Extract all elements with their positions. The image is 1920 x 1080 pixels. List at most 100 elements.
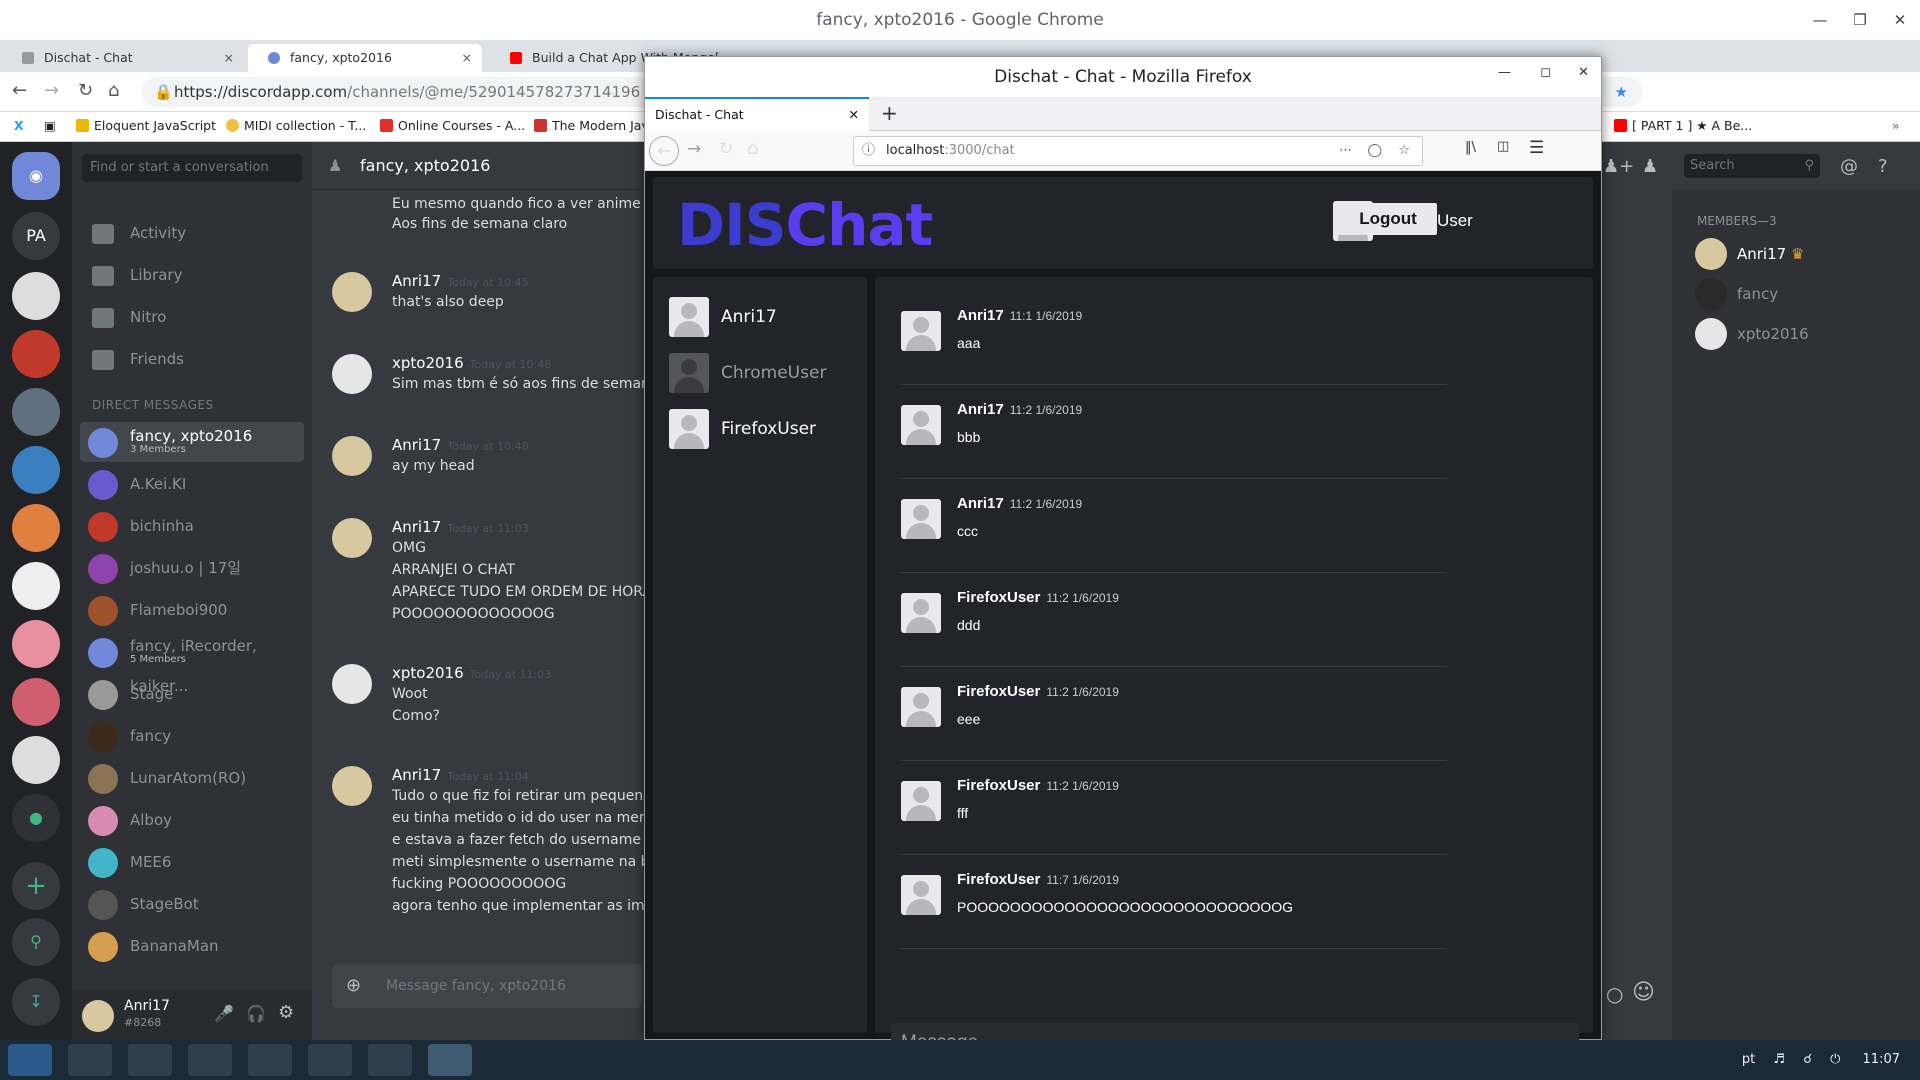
- dm-item[interactable]: Stage: [80, 674, 304, 714]
- dm-item[interactable]: joshuu.o | 17일: [80, 548, 304, 588]
- dm-item[interactable]: fancy: [80, 716, 304, 756]
- firefox-address-bar[interactable]: ⓘ localhost:3000/chat ⋯ ◯ ☆: [853, 136, 1423, 166]
- avatar[interactable]: [332, 766, 372, 806]
- close-icon[interactable]: ✕: [1578, 65, 1589, 80]
- user-list-item[interactable]: FirefoxUser: [669, 409, 816, 449]
- sidebar-icon[interactable]: ◫: [1497, 139, 1509, 154]
- mongodb-taskbar-icon[interactable]: [368, 1044, 412, 1076]
- start-menu-icon[interactable]: [8, 1044, 52, 1076]
- nav-nitro[interactable]: Nitro: [82, 308, 166, 328]
- home-icon[interactable]: ⌂: [747, 138, 758, 159]
- download-icon[interactable]: ↧: [12, 978, 60, 1026]
- dm-item[interactable]: Flameboi900: [80, 590, 304, 630]
- firefox-taskbar-icon[interactable]: [428, 1044, 472, 1076]
- mention-at-icon[interactable]: @: [1840, 156, 1858, 177]
- bookmark-icon[interactable]: ▣: [44, 118, 56, 133]
- vscode-taskbar-icon[interactable]: [188, 1044, 232, 1076]
- minimize-icon[interactable]: —: [1498, 65, 1511, 80]
- bookmark-modern-js[interactable]: The Modern Jav: [534, 118, 644, 133]
- bookmark-part1[interactable]: [ PART 1 ] ★ A Be...: [1614, 118, 1752, 133]
- message-author[interactable]: Anri17: [392, 272, 441, 290]
- dm-item[interactable]: Alboy: [80, 800, 304, 840]
- dm-item[interactable]: BananaMan: [80, 926, 304, 966]
- message-author[interactable]: xpto2016: [392, 354, 464, 372]
- files-taskbar-icon[interactable]: [308, 1044, 352, 1076]
- discord-home-icon[interactable]: ◉: [12, 152, 60, 200]
- network-icon[interactable]: ☌: [1803, 1052, 1812, 1067]
- language-indicator[interactable]: pt: [1742, 1052, 1755, 1067]
- power-icon[interactable]: ⏻: [1830, 1052, 1840, 1067]
- bookmark-star-icon[interactable]: ★: [1615, 77, 1628, 107]
- avatar[interactable]: [332, 272, 372, 312]
- twitter-bookmark-icon[interactable]: X: [14, 118, 24, 133]
- home-icon[interactable]: ⌂: [108, 80, 119, 101]
- nav-activity[interactable]: Activity: [82, 224, 186, 244]
- emoji-icon[interactable]: ☺: [1632, 980, 1655, 1005]
- avatar[interactable]: [332, 664, 372, 704]
- member-item[interactable]: Anri17 ♛: [1695, 238, 1804, 270]
- minimize-icon[interactable]: —: [1800, 0, 1840, 40]
- dm-item[interactable]: LunarAtom(RO): [80, 758, 304, 798]
- page-actions-icon[interactable]: ⋯: [1339, 137, 1352, 165]
- nav-friends[interactable]: Friends: [82, 350, 184, 370]
- terminal-taskbar-icon[interactable]: [248, 1044, 292, 1076]
- close-icon[interactable]: ✕: [1880, 0, 1920, 40]
- back-arrow-icon[interactable]: ←: [649, 136, 679, 166]
- pocket-icon[interactable]: ◯: [1367, 137, 1382, 165]
- nav-library[interactable]: Library: [82, 266, 182, 286]
- add-server-icon[interactable]: +: [12, 862, 60, 910]
- chrome-tab-discord[interactable]: fancy, xpto2016 ×: [248, 44, 482, 72]
- back-arrow-icon[interactable]: ←: [12, 80, 27, 101]
- discord-message-input[interactable]: ⊕ Message fancy, xpto2016: [332, 964, 642, 1008]
- bookmark-star-icon[interactable]: ☆: [1398, 137, 1410, 165]
- avatar[interactable]: [332, 354, 372, 394]
- bookmark-eloquent-js[interactable]: Eloquent JavaScript: [76, 118, 216, 133]
- dm-item[interactable]: A.Kei.KI: [80, 464, 304, 504]
- library-icon[interactable]: ‖\: [1465, 140, 1476, 155]
- avatar[interactable]: [332, 518, 372, 558]
- dm-item[interactable]: bichinha: [80, 506, 304, 546]
- add-friend-icon[interactable]: ♟+: [1603, 156, 1634, 177]
- message-author[interactable]: Anri17: [392, 518, 441, 536]
- guild-icon[interactable]: [12, 388, 60, 436]
- maximize-icon[interactable]: ❐: [1840, 0, 1880, 40]
- headphones-icon[interactable]: 🎧: [246, 1004, 266, 1023]
- settings-gear-icon[interactable]: ⚙: [278, 1002, 294, 1023]
- menu-hamburger-icon[interactable]: ☰: [1529, 138, 1544, 158]
- discord-search-input[interactable]: Search ⚲: [1684, 154, 1820, 178]
- tab-close-icon[interactable]: ×: [224, 44, 234, 72]
- logout-button[interactable]: Logout: [1339, 203, 1437, 235]
- message-author[interactable]: Anri17: [392, 766, 441, 784]
- reload-icon[interactable]: ↻: [719, 139, 733, 159]
- tab-close-icon[interactable]: ×: [462, 44, 472, 72]
- firefox-tab-dischat[interactable]: Dischat - Chat ✕: [645, 97, 869, 131]
- dm-item[interactable]: StageBot: [80, 884, 304, 924]
- maximize-icon[interactable]: ◻: [1540, 65, 1551, 80]
- dm-item[interactable]: MEE6: [80, 842, 304, 882]
- guild-icon[interactable]: [12, 272, 60, 320]
- guild-icon[interactable]: [12, 620, 60, 668]
- new-tab-plus-icon[interactable]: +: [881, 101, 898, 125]
- guild-icon[interactable]: [12, 736, 60, 784]
- members-list-icon[interactable]: ♟: [1642, 156, 1658, 177]
- dm-item[interactable]: fancy, xpto2016 3 Members: [80, 422, 304, 462]
- gift-icon[interactable]: ○: [1606, 982, 1623, 1006]
- member-item[interactable]: fancy: [1695, 278, 1778, 310]
- bookmark-online-courses[interactable]: Online Courses - A...: [380, 118, 525, 133]
- guild-icon[interactable]: [12, 446, 60, 494]
- guild-pa[interactable]: PA: [12, 212, 60, 260]
- more-bookmarks-icon[interactable]: »: [1892, 118, 1900, 133]
- mute-microphone-icon[interactable]: 🎤: [214, 1004, 234, 1023]
- guild-icon[interactable]: [12, 504, 60, 552]
- upload-plus-icon[interactable]: ⊕: [346, 964, 361, 1008]
- guild-icon[interactable]: [12, 330, 60, 378]
- forward-arrow-icon[interactable]: →: [44, 80, 59, 101]
- dm-search-input[interactable]: Find or start a conversation: [82, 154, 302, 182]
- tab-close-icon[interactable]: ✕: [849, 99, 859, 131]
- user-list-item[interactable]: Anri17: [669, 297, 777, 337]
- chrome-tab-dischat[interactable]: Dischat - Chat ×: [2, 44, 244, 72]
- settings-taskbar-icon[interactable]: [128, 1044, 172, 1076]
- dm-item[interactable]: fancy, iRecorder, kaiker... 5 Members: [80, 632, 304, 695]
- chrome-taskbar-icon[interactable]: [68, 1044, 112, 1076]
- bookmark-midi[interactable]: MIDI collection - T...: [226, 118, 366, 133]
